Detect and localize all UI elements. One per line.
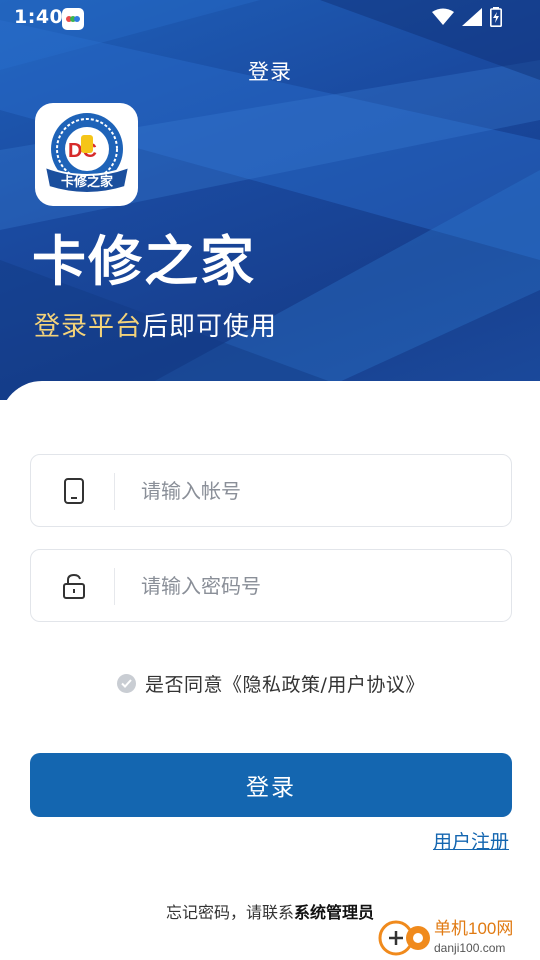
agreement-row[interactable]: 是否同意《隐私政策/用户协议》 (117, 670, 425, 697)
app-logo: DC 卡修之家 (35, 103, 138, 206)
wifi-icon (432, 8, 454, 25)
watermark: 单机100网 danji100.com (376, 914, 536, 958)
forgot-prefix: 忘记密码，请联系 (165, 903, 294, 922)
watermark-brand: 单机100网 (434, 919, 513, 938)
battery-icon (490, 7, 502, 27)
subtitle: 登录平台后即可使用 (34, 308, 277, 346)
subtitle-highlight: 登录平台 (34, 312, 143, 342)
lock-icon (63, 573, 85, 599)
field-divider (114, 568, 115, 605)
phone-icon (64, 478, 84, 504)
status-icons (432, 7, 502, 27)
logo-emblem: DC 卡修之家 (43, 112, 130, 194)
register-link[interactable]: 用户注册 (433, 827, 509, 854)
account-input[interactable] (141, 469, 491, 513)
admin-contact: 系统管理员 (294, 903, 375, 922)
status-time: 1:40 (14, 6, 64, 28)
field-divider (114, 473, 115, 510)
hero-banner: 1:40 登录 DC (0, 0, 540, 400)
password-field[interactable] (30, 549, 512, 622)
signal-icon (462, 8, 482, 26)
account-field[interactable] (30, 454, 512, 527)
watermark-url: danji100.com (434, 941, 505, 955)
watermark-logo-icon: 单机100网 danji100.com (378, 919, 513, 956)
notification-app-icon (62, 8, 84, 30)
page-title: 登录 (248, 60, 292, 84)
logo-text: 卡修之家 (60, 174, 113, 189)
login-button[interactable]: 登录 (30, 753, 512, 817)
agree-checkbox[interactable] (117, 674, 136, 693)
agreement-text[interactable]: 是否同意《隐私政策/用户协议》 (145, 670, 425, 697)
subtitle-rest: 后即可使用 (142, 312, 278, 342)
app-name: 卡修之家 (32, 230, 256, 293)
status-bar: 1:40 (0, 0, 540, 36)
password-input[interactable] (141, 564, 491, 608)
check-icon (121, 679, 132, 688)
